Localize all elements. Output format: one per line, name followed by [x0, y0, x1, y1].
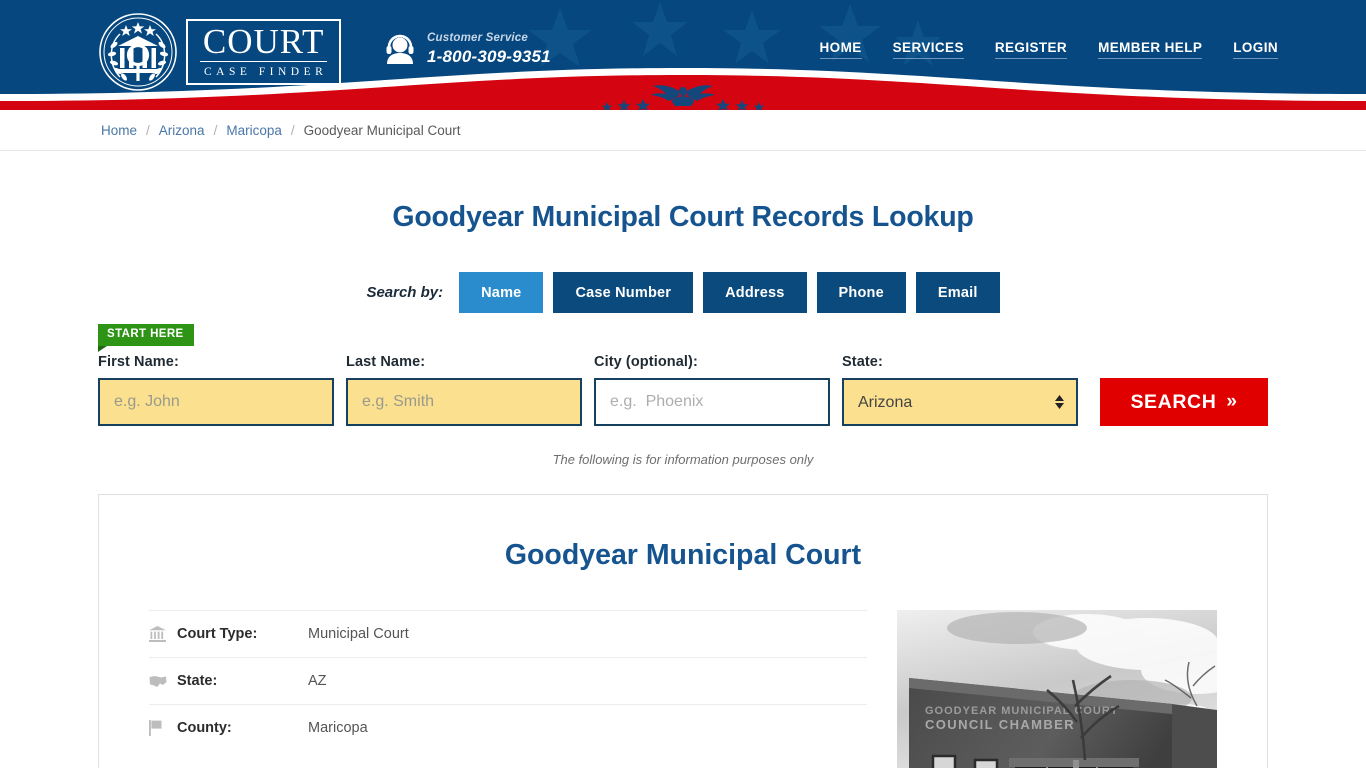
breadcrumb-item-current: Goodyear Municipal Court [304, 123, 461, 138]
customer-service-phone[interactable]: 1-800-309-9351 [427, 46, 551, 67]
search-button-label: SEARCH [1130, 391, 1216, 414]
svg-text:COUNCIL CHAMBER: COUNCIL CHAMBER [925, 717, 1075, 732]
search-fields-row: First Name: Last Name: City (optional): … [98, 321, 1268, 426]
start-here-badge: START HERE [98, 324, 194, 346]
header-inner: COURT CASE FINDER Customer Service 1-800… [0, 0, 1366, 104]
search-by-label: Search by: [366, 284, 443, 301]
flag-icon [149, 720, 177, 736]
court-info-table: Court Type: Municipal Court State: AZ [149, 610, 867, 768]
court-card-body: Court Type: Municipal Court State: AZ [99, 572, 1267, 768]
court-type-value: Municipal Court [308, 626, 409, 642]
nav-member-help[interactable]: MEMBER HELP [1098, 40, 1202, 59]
svg-text:GOODYEAR MUNICIPAL COURT: GOODYEAR MUNICIPAL COURT [925, 705, 1119, 717]
state-select[interactable]: Arizona [842, 378, 1078, 426]
search-form: START HERE First Name: Last Name: City (… [98, 313, 1268, 426]
breadcrumb-separator: / [291, 123, 295, 138]
state-select-shell: Arizona [842, 378, 1078, 426]
site-header: COURT CASE FINDER Customer Service 1-800… [0, 0, 1366, 110]
court-info-card: Goodyear Municipal Court Cour [98, 494, 1268, 768]
logo-word: COURT [200, 24, 327, 62]
city-field-group: City (optional): [594, 354, 830, 426]
breadcrumb: Home / Arizona / Maricopa / Goodyear Mun… [101, 123, 460, 138]
state-row-value: AZ [308, 673, 327, 689]
customer-service-label: Customer Service [427, 32, 551, 46]
county-value: Maricopa [308, 720, 368, 736]
state-field-group: State: Arizona [842, 354, 1078, 426]
tab-case-number[interactable]: Case Number [553, 272, 693, 313]
first-name-label: First Name: [98, 354, 334, 370]
search-by-tabs: Search by: Name Case Number Address Phon… [0, 272, 1366, 313]
table-row: Court Type: Municipal Court [149, 610, 867, 657]
last-name-field-group: Last Name: [346, 354, 582, 426]
main-navigation: HOME SERVICES REGISTER MEMBER HELP LOGIN [820, 40, 1278, 59]
breadcrumb-item-home[interactable]: Home [101, 123, 137, 138]
us-map-icon [149, 675, 177, 688]
breadcrumb-separator: / [214, 123, 218, 138]
nav-services[interactable]: SERVICES [893, 40, 964, 59]
state-label: State: [842, 354, 1078, 370]
nav-home[interactable]: HOME [820, 40, 862, 59]
disclaimer-text: The following is for information purpose… [0, 452, 1366, 467]
bank-courthouse-icon [149, 626, 177, 642]
courthouse-photo: GOODYEAR MUNICIPAL COURT COUNCIL CHAMBER [897, 610, 1217, 768]
state-row-label: State: [177, 673, 308, 689]
main-content: Goodyear Municipal Court Records Lookup … [0, 201, 1366, 768]
tab-name[interactable]: Name [459, 272, 543, 313]
court-type-label: Court Type: [177, 626, 308, 642]
first-name-input[interactable] [98, 378, 334, 426]
city-input[interactable] [594, 378, 830, 426]
first-name-field-group: First Name: [98, 354, 334, 426]
customer-service-block[interactable]: Customer Service 1-800-309-9351 [385, 32, 551, 67]
tab-address[interactable]: Address [703, 272, 806, 313]
logo-subtitle: CASE FINDER [200, 66, 327, 78]
headset-support-icon [385, 34, 415, 66]
table-row: State: AZ [149, 657, 867, 704]
breadcrumb-bar: Home / Arizona / Maricopa / Goodyear Mun… [0, 110, 1366, 151]
breadcrumb-separator: / [146, 123, 150, 138]
nav-register[interactable]: REGISTER [995, 40, 1067, 59]
site-logo[interactable]: COURT CASE FINDER [98, 12, 346, 92]
nav-login[interactable]: LOGIN [1233, 40, 1278, 59]
tab-email[interactable]: Email [916, 272, 1000, 313]
page-title: Goodyear Municipal Court Records Lookup [0, 201, 1366, 234]
court-seal-icon [98, 12, 178, 92]
breadcrumb-item-maricopa[interactable]: Maricopa [226, 123, 282, 138]
county-label: County: [177, 720, 308, 736]
table-row: County: Maricopa [149, 704, 867, 751]
customer-service-text: Customer Service 1-800-309-9351 [427, 32, 551, 67]
last-name-input[interactable] [346, 378, 582, 426]
double-chevron-right-icon: » [1226, 391, 1237, 413]
tab-phone[interactable]: Phone [817, 272, 906, 313]
logo-wordmark: COURT CASE FINDER [186, 19, 341, 85]
breadcrumb-item-arizona[interactable]: Arizona [159, 123, 205, 138]
last-name-label: Last Name: [346, 354, 582, 370]
court-card-title: Goodyear Municipal Court [99, 539, 1267, 572]
search-button[interactable]: SEARCH » [1100, 378, 1268, 426]
city-label: City (optional): [594, 354, 830, 370]
